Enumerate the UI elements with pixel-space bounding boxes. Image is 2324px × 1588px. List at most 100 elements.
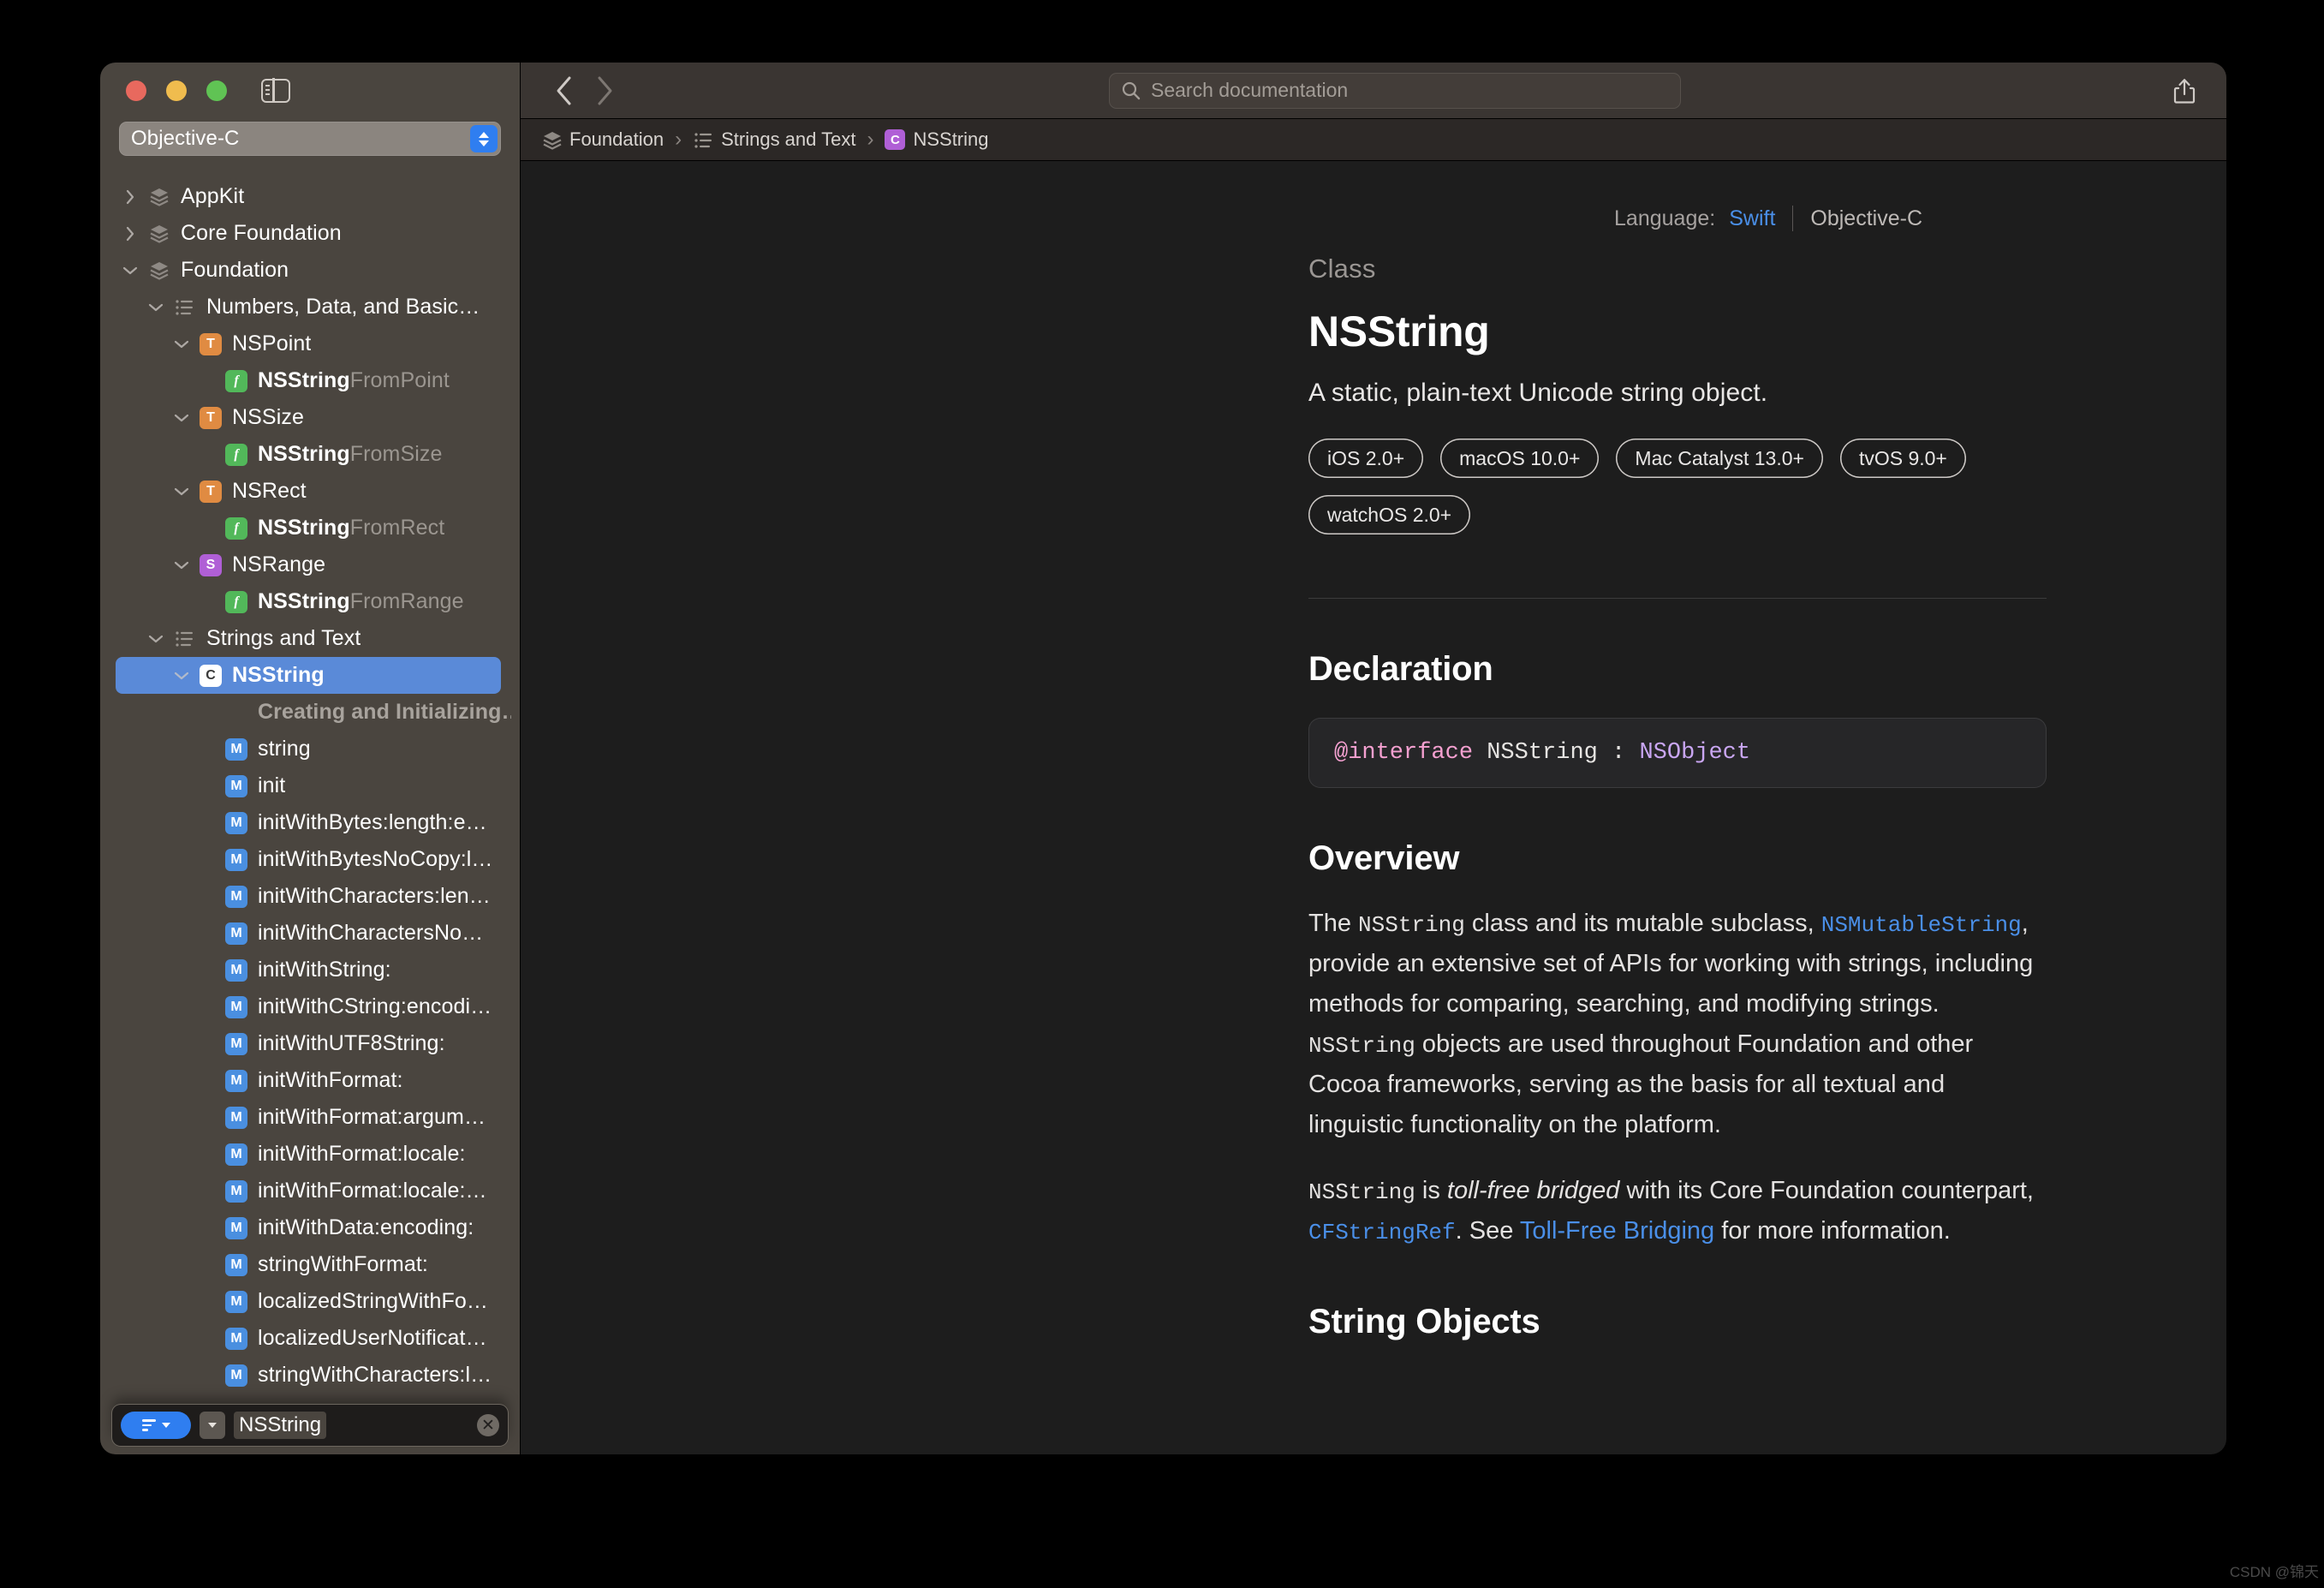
breadcrumb-item-foundation[interactable]: Foundation [541,128,664,151]
filter-lines-icon[interactable] [121,1412,191,1439]
tree-item-stringwithcharacters-l[interactable]: MstringWithCharacters:l… [100,1357,520,1394]
tree-item-initwithcharacters-len[interactable]: MinitWithCharacters:len… [100,878,520,915]
platform-badge: Mac Catalyst 13.0+ [1616,439,1823,478]
chevron-down-icon[interactable] [172,666,191,685]
tree-item-foundation[interactable]: Foundation [100,252,520,289]
chevron-down-icon[interactable] [200,1412,225,1439]
tree-item-init[interactable]: Minit [100,767,520,804]
tree-item-initwithformat-locale[interactable]: MinitWithFormat:locale: [100,1136,520,1173]
chevron-right-icon[interactable] [121,224,140,243]
tree-item-numbers-data-and-basic[interactable]: Numbers, Data, and Basic… [100,289,520,325]
text: for more information. [1714,1216,1951,1245]
tree-item-label: NSStringFromRange [258,589,464,613]
language-swift[interactable]: Swift [1729,206,1775,231]
zoom-button[interactable] [206,80,227,101]
tree-item-nssize[interactable]: T NSSize [100,399,520,436]
text: with its Core Foundation counterpart, [1619,1176,2034,1204]
chevron-down-icon[interactable] [146,630,165,648]
tree-item-initwithbytesnocopy-l[interactable]: MinitWithBytesNoCopy:l… [100,841,520,878]
tree-item-label: Strings and Text [206,626,361,650]
language-selector[interactable]: Objective-C [119,122,501,156]
chevron-down-icon[interactable] [172,335,191,354]
tree-item-initwithdata-encoding[interactable]: MinitWithData:encoding: [100,1209,520,1246]
tree-item-label: NSStringFromRect [258,516,445,540]
symbol-badge-f: f [225,369,247,392]
breadcrumb-separator: › [675,128,682,151]
chevron-right-icon[interactable] [584,70,625,111]
chevron-down-icon[interactable] [172,482,191,501]
tree-item-label: AppKit [181,184,245,208]
tree-item-nsrange[interactable]: S NSRange [100,546,520,583]
chevron-down-icon[interactable] [146,298,165,317]
tree-item-initwithbytes-length-e[interactable]: MinitWithBytes:length:e… [100,804,520,841]
tree-item-initwithcstring-encodi[interactable]: MinitWithCString:encodi… [100,988,520,1025]
tree-item-label: Creating and Initializing… [258,700,511,724]
tree-item-nsrect[interactable]: T NSRect [100,473,520,510]
tree-item-nspoint[interactable]: T NSPoint [100,325,520,362]
chevron-down-icon[interactable] [172,409,191,427]
tree-item-nsstringfrompoint[interactable]: f NSStringFromPoint [100,362,520,399]
tree-item-localizedusernotificat[interactable]: MlocalizedUserNotificat… [100,1320,520,1357]
navigation-tree[interactable]: AppKit Core Foundation Foundation Numbers, … [100,156,520,1454]
share-icon[interactable] [2165,71,2204,110]
tree-item-label: localizedStringWithFo… [258,1289,488,1313]
filter-bar[interactable]: NSString ✕ [112,1405,508,1446]
tree-item-initwithcharactersno[interactable]: MinitWithCharactersNo… [100,915,520,952]
symbol-badge-m: M [225,922,247,945]
symbol-badge-m: M [225,1179,247,1203]
symbol-badge-m: M [225,1327,247,1350]
divider [1792,206,1794,231]
tree-item-nsstringfromrange[interactable]: f NSStringFromRange [100,583,520,620]
symbol-badge-t: T [200,480,222,503]
filter-token[interactable]: NSString [234,1412,327,1439]
tree-item-stringwithformat[interactable]: MstringWithFormat: [100,1246,520,1283]
breadcrumb-item-strings-and-text[interactable]: Strings and Text [693,128,855,151]
language-objc[interactable]: Objective-C [1810,206,1922,231]
tree-item-nsstringfromrect[interactable]: f NSStringFromRect [100,510,520,546]
class-badge: C [885,129,906,150]
tree-item-label: initWithCString:encodi… [258,994,492,1018]
symbol-badge-t: T [200,406,222,429]
sidebar-toggle-icon[interactable] [261,78,290,103]
list-icon [174,296,196,319]
divider [1308,598,2047,599]
chevron-down-icon[interactable] [172,556,191,575]
tree-item-initwithformat-argum[interactable]: MinitWithFormat:argum… [100,1099,520,1136]
tree-item-initwithstring[interactable]: MinitWithString: [100,952,520,988]
link-nsmutablestring[interactable]: NSMutableString [1821,912,2022,938]
tree-item-appkit[interactable]: AppKit [100,178,520,215]
chevron-right-icon[interactable] [121,188,140,206]
tree-item-initwithformat-locale[interactable]: MinitWithFormat:locale:… [100,1173,520,1209]
tree-item-initwithutf8string[interactable]: MinitWithUTF8String: [100,1025,520,1062]
toolbar: Search documentation [521,63,2226,118]
chevron-down-icon[interactable] [121,261,140,280]
clear-circle-icon[interactable]: ✕ [477,1414,499,1436]
tree-item-localizedstringwithfo[interactable]: MlocalizedStringWithFo… [100,1283,520,1320]
emphasis: toll-free bridged [1446,1176,1620,1204]
symbol-badge-c: C [200,664,222,687]
tree-item-string[interactable]: Mstring [100,731,520,767]
stepper-icon[interactable] [470,125,498,152]
symbol-badge-m: M [225,958,247,982]
tree-item-label: initWithFormat: [258,1068,403,1092]
minimize-button[interactable] [166,80,187,101]
tree-item-label: NSStringFromSize [258,442,443,466]
close-button[interactable] [126,80,146,101]
tree-item-core-foundation[interactable]: Core Foundation [100,215,520,252]
platform-badge: tvOS 9.0+ [1840,439,1966,478]
tree-item-initwithformat[interactable]: MinitWithFormat: [100,1062,520,1099]
breadcrumb[interactable]: Foundation › Strings and Text › C NSString [521,118,2226,161]
search-input[interactable]: Search documentation [1109,72,1681,109]
tree-item-nsstringfromsize[interactable]: f NSStringFromSize [100,436,520,473]
tree-item-nsstring[interactable]: C NSString [116,657,501,694]
symbol-badge-s: S [200,553,222,576]
text: class and its mutable subclass, [1464,910,1821,937]
tree-item-creating-and-initializing[interactable]: Creating and Initializing… [100,694,520,731]
chevron-left-icon[interactable] [543,70,584,111]
breadcrumb-item-nsstring[interactable]: C NSString [885,128,989,151]
link-cfstringref[interactable]: CFStringRef [1308,1220,1456,1245]
platform-badge: iOS 2.0+ [1308,439,1423,478]
code-keyword: @interface [1334,740,1474,766]
link-toll-free-bridging[interactable]: Toll-Free Bridging [1520,1217,1714,1245]
tree-item-strings-and-text[interactable]: Strings and Text [100,620,520,657]
